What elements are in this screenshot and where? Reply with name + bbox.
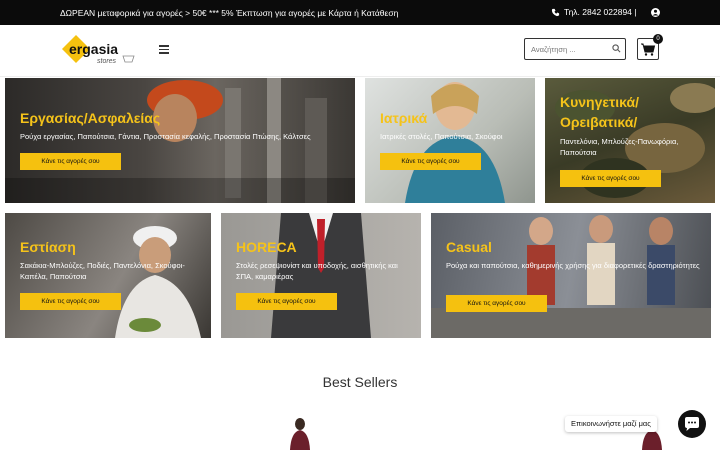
cart-count-badge: 0 [653,34,663,44]
category-subtitle: Ρούχα εργασίας, Παπούτσια, Γάντια, Προστ… [20,132,311,141]
phone-icon [551,8,560,16]
shop-button[interactable]: Κάνε τις αγορές σου [380,153,481,170]
top-bar: ΔΩΡΕΑΝ μεταφορικά για αγορές > 50€ *** 5… [0,0,720,25]
category-subtitle: Ρούχα και παπούτσια, καθημερινής χρήσης … [446,261,700,270]
shop-button[interactable]: Κάνε τις αγορές σου [560,170,661,187]
category-tile-casual[interactable]: Casual Ρούχα και παπούτσια, καθημερινής … [431,213,711,338]
category-title: Εργασίας/Ασφαλείας [20,110,161,126]
logo-subtext: stores [97,58,117,65]
chat-button[interactable] [678,410,706,438]
category-tile-hunting-hiking[interactable]: Κυνηγετικά/ Ορειβατικά/ Παντελόνια, Μπλο… [545,78,715,203]
category-subtitle: Σακάκια-Μπλούζες, Ποδιές, Παντελόνια, Σκ… [20,261,185,281]
category-title: Casual [446,239,492,255]
search-input[interactable] [531,43,607,56]
phone-number: Τηλ. 2842 022894 | [564,7,637,17]
search-icon[interactable] [612,44,621,53]
category-image [431,213,711,338]
product-thumbnail[interactable] [286,418,314,450]
site-header: ergasia stores 0 [0,25,720,77]
category-tile-work-safety[interactable]: Εργασίας/Ασφαλείας Ρούχα εργασίας, Παπού… [5,78,355,203]
logo-text: ergasia [69,41,118,57]
category-subtitle: Στολές ρεσεψιονίστ και υποδοχής, αισθητι… [236,261,398,281]
category-title: Κυνηγετικά/ [560,94,640,110]
menu-toggle-icon[interactable] [159,45,169,54]
category-title-line2: Ορειβατικά/ [560,114,638,130]
shop-button[interactable]: Κάνε τις αγορές σου [20,293,121,310]
shop-button[interactable]: Κάνε τις αγορές σου [236,293,337,310]
best-sellers-heading: Best Sellers [322,374,398,390]
category-title: Εστίαση [20,239,76,255]
category-subtitle: Παντελόνια, Μπλούζες-Πανωφόρια, Παπούτσι… [560,137,679,157]
cart-button[interactable]: 0 [637,34,663,60]
site-logo[interactable]: ergasia stores [60,32,138,68]
chat-icon [685,417,699,431]
category-tile-medical[interactable]: Ιατρικά Ιατρικές στολές, Παπούτσια, Σκού… [365,78,535,203]
promo-text: ΔΩΡΕΑΝ μεταφορικά για αγορές > 50€ *** 5… [60,8,399,18]
account-icon[interactable] [651,8,660,17]
phone-contact[interactable]: Τηλ. 2842 022894 | [551,7,636,17]
category-subtitle: Ιατρικές στολές, Παπούτσια, Σκούφοι [380,132,503,141]
category-title: HORECA [236,239,297,255]
category-tile-horeca[interactable]: HORECA Στολές ρεσεψιονίστ και υποδοχής, … [221,213,421,338]
chat-label[interactable]: Επικοινωνήστε μαζί μας [565,416,657,432]
category-tile-catering[interactable]: Εστίαση Σακάκια-Μπλούζες, Ποδιές, Παντελ… [5,213,211,338]
shop-button[interactable]: Κάνε τις αγορές σου [20,153,121,170]
search-box[interactable] [524,38,626,60]
category-title: Ιατρικά [380,110,428,126]
shop-button[interactable]: Κάνε τις αγορές σου [446,295,547,312]
